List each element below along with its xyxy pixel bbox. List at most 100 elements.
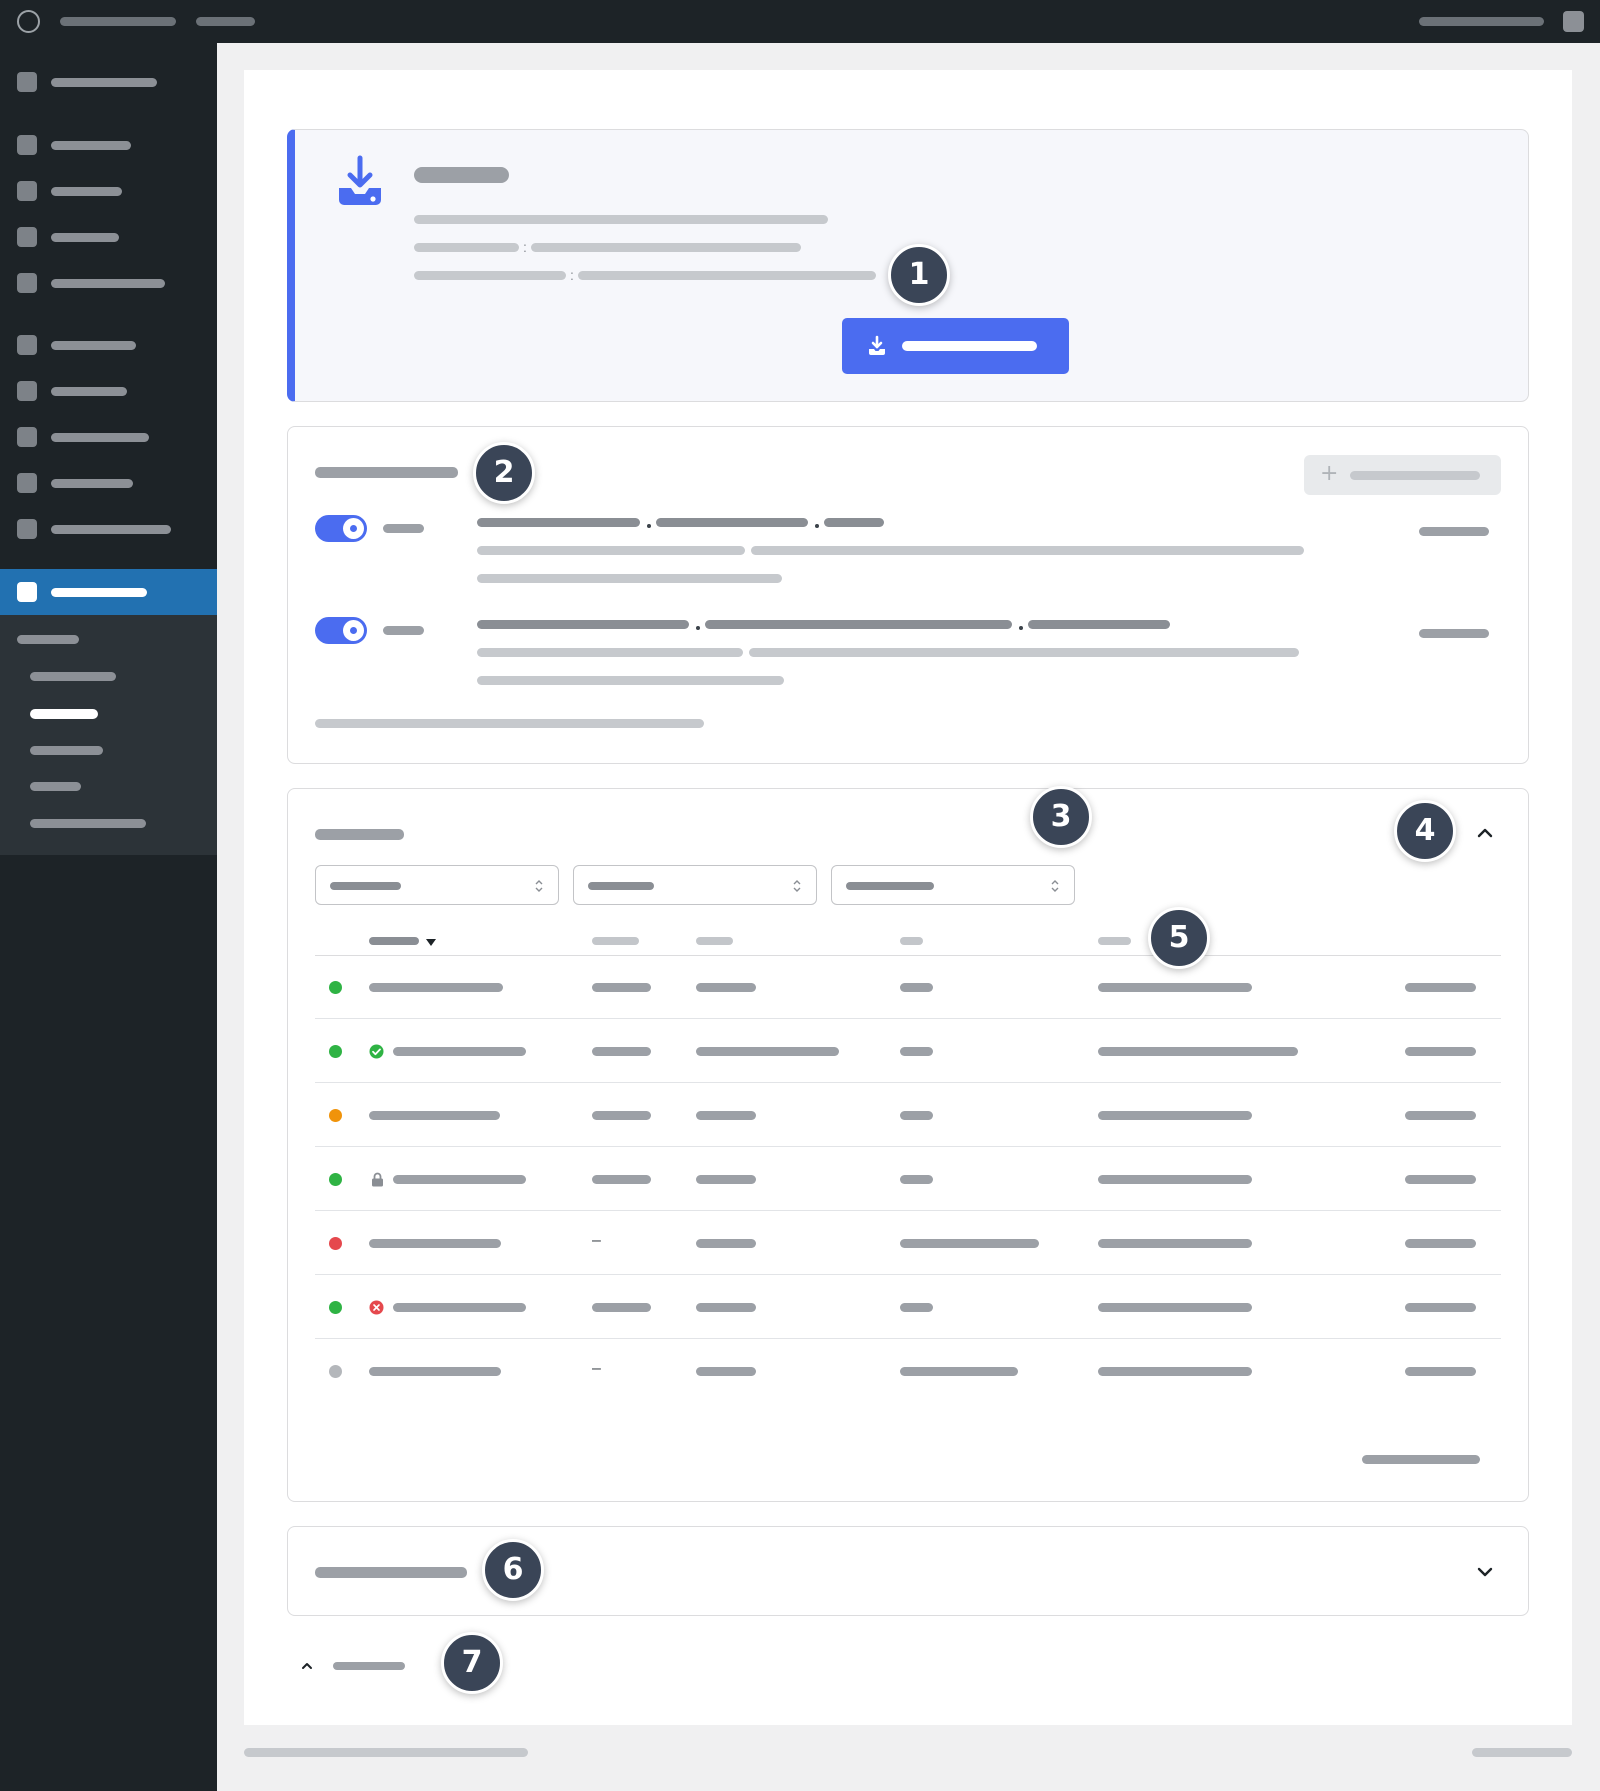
error-circle-icon [369,1300,384,1315]
cell-short [900,1175,933,1184]
notice-description [414,215,828,224]
log-table-title [315,829,404,840]
lock-icon [372,1172,383,1187]
sidebar-item-media[interactable] [0,171,217,211]
column-header-sorted[interactable] [369,937,419,945]
cell-type [696,1047,839,1056]
rule-description [477,676,784,685]
column-header[interactable] [900,937,923,945]
site-name-link[interactable] [60,17,176,26]
sidebar-item-label [51,187,122,196]
table-row[interactable] [315,1083,1501,1147]
sidebar-item-dashboard[interactable] [0,62,217,102]
table-pagination[interactable] [1362,1455,1480,1464]
download-button[interactable] [842,318,1069,374]
user-avatar-icon[interactable] [1563,11,1584,32]
status-dot-gray [329,1365,342,1378]
rule-toggle[interactable] [315,515,367,542]
table-row[interactable]: – [315,1211,1501,1275]
sidebar-item-comments[interactable] [0,263,217,303]
submenu-item[interactable] [30,746,103,755]
sidebar-item-label [51,78,157,87]
comments-icon [17,273,37,293]
sidebar-item-plugins[interactable] [0,371,217,411]
sidebar-item-pages[interactable] [0,217,217,257]
status-dot-green [329,1045,342,1058]
notice-field-value [531,243,801,252]
sidebar-item-appearance[interactable] [0,325,217,365]
sidebar-item-users[interactable] [0,417,217,457]
column-header[interactable] [696,937,733,945]
cell-short [900,1367,1018,1376]
chevron-down-icon[interactable] [1474,1561,1496,1583]
cell-detail [1098,1303,1252,1312]
filter-select-1[interactable] [315,865,559,905]
table-row[interactable] [315,1275,1501,1339]
collapsed-section-card[interactable] [287,1526,1529,1616]
column-header[interactable] [592,937,639,945]
sidebar-item-settings[interactable] [0,509,217,549]
cell-name [369,1239,501,1248]
rule-meta [1419,629,1489,638]
admin-top-bar [0,0,1600,43]
cell-value [592,1303,651,1312]
rule-status-label [383,524,424,533]
separator-dot [815,524,819,528]
howdy-user-link[interactable] [1419,17,1544,26]
cell-short [900,1047,933,1056]
cell-date [1405,1111,1476,1120]
rule-name-part [1028,620,1170,629]
rule-toggle[interactable] [315,617,367,644]
submenu-item[interactable] [30,819,146,828]
filter-select-3[interactable] [831,865,1075,905]
cell-short [900,983,933,992]
filter-select-2[interactable] [573,865,817,905]
submenu-item[interactable] [30,782,81,791]
chevron-up-icon [302,1663,312,1669]
cell-date [1405,1175,1476,1184]
status-dot-green [329,1301,342,1314]
sidebar-item-tools[interactable] [0,463,217,503]
pages-icon [17,227,37,247]
rule-name-part [656,518,808,527]
add-rule-button-label [1350,471,1480,480]
submenu-item[interactable] [30,672,116,681]
cell-detail [1098,1239,1252,1248]
select-arrows-icon [1051,880,1059,892]
download-button-label [902,341,1037,351]
sidebar-item-label [51,387,127,396]
sidebar-item-label [51,233,119,242]
cell-value [592,1111,651,1120]
table-row[interactable]: – [315,1339,1501,1403]
dashboard-icon [17,72,37,92]
status-dot-green [329,1173,342,1186]
callout-badge-7: 7 [441,1632,503,1694]
notice-field-separator: : [570,267,574,283]
add-rule-button[interactable]: + [1304,455,1501,495]
callout-badge-4: 4 [1394,800,1456,862]
collapse-all-link[interactable] [299,1650,419,1680]
notice-field-label [414,271,566,280]
topbar-menu-link[interactable] [196,17,255,26]
tools-icon [17,473,37,493]
submenu-item-current[interactable] [30,709,98,719]
cell-date [1405,983,1476,992]
table-row[interactable] [315,1147,1501,1211]
chevron-up-icon[interactable] [1474,822,1496,844]
sidebar-item-active-plugin[interactable] [0,569,217,615]
plus-icon: + [1320,461,1339,486]
callout-badge-6: 6 [482,1539,544,1601]
table-row[interactable] [315,955,1501,1019]
cell-value [592,1175,651,1184]
rule-description [751,546,1304,555]
submenu-heading [17,635,79,644]
wordpress-logo-icon[interactable] [17,10,40,33]
notice-title [414,167,509,183]
rule-description [477,546,745,555]
sidebar-item-posts[interactable] [0,125,217,165]
table-row[interactable] [315,1019,1501,1083]
rule-description [477,648,743,657]
footer-credit [244,1748,528,1757]
posts-icon [17,135,37,155]
column-header[interactable] [1098,937,1131,945]
